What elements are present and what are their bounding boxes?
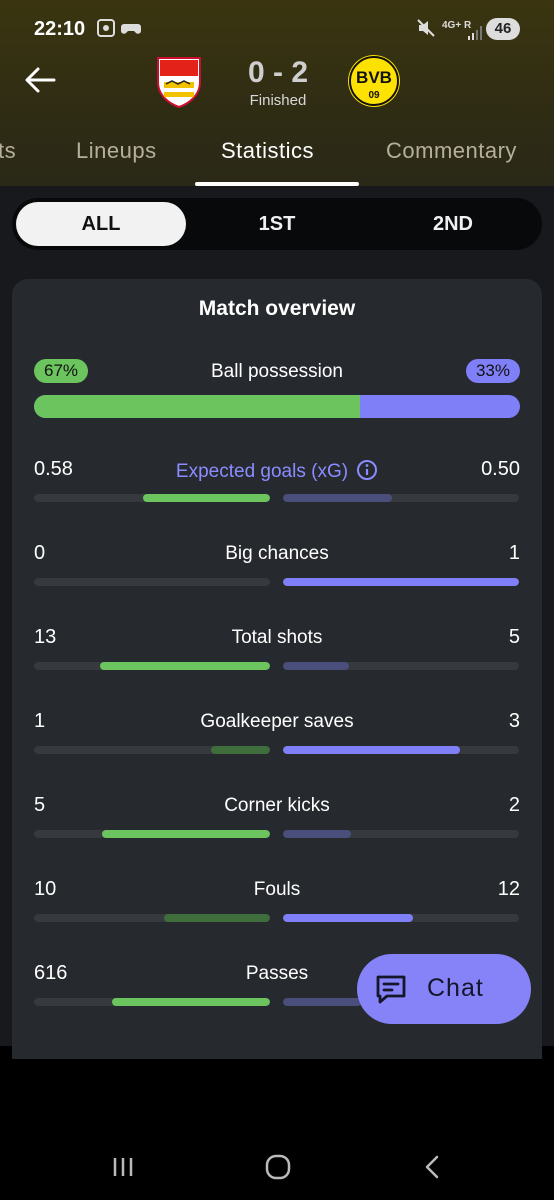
stat-label-text: Fouls: [253, 879, 301, 900]
stat-label-text: Passes: [245, 963, 309, 984]
vfb-stuttgart-crest-icon: [157, 57, 201, 109]
stat-away-bar: [283, 830, 519, 838]
stat-away-bar: [283, 914, 519, 922]
stat-away-fill: [283, 998, 361, 1006]
chat-button[interactable]: Chat: [357, 954, 531, 1024]
stat-label-text: Corner kicks: [224, 795, 330, 816]
stat-away-bar: [283, 494, 519, 502]
stat-label: Total shots: [0, 627, 554, 649]
network-type: 4G+: [442, 20, 462, 31]
stat-away-fill: [283, 578, 519, 586]
period-second-half-button[interactable]: 2ND: [368, 202, 538, 246]
home-team-crest[interactable]: [152, 54, 206, 109]
stat-away-value: 12: [497, 878, 520, 900]
tab-statistics[interactable]: Statistics: [221, 138, 314, 164]
stat-label-text: Goalkeeper saves: [200, 711, 354, 732]
stat-away-fill: [283, 914, 413, 922]
stat-away-fill: [283, 662, 349, 670]
stat-label: Fouls: [0, 879, 554, 901]
stat-away-value: 1: [508, 542, 520, 564]
tab-lineups[interactable]: Lineups: [76, 138, 157, 164]
screenshot-icon: [96, 18, 116, 43]
away-team-crest[interactable]: BVB 09: [347, 54, 401, 108]
possession-home-fill: [34, 395, 360, 418]
period-first-half-button[interactable]: 1ST: [192, 202, 362, 246]
match-score: 0 - 2: [247, 56, 309, 89]
chat-label: Chat: [427, 974, 484, 1002]
mute-icon: [416, 18, 436, 43]
system-back-icon[interactable]: [418, 1152, 448, 1182]
back-arrow-icon: [25, 67, 56, 93]
stat-home-bar: [34, 746, 270, 754]
svg-text:BVB: BVB: [356, 68, 392, 87]
stat-away-fill: [283, 830, 351, 838]
signal-icon: [468, 24, 482, 45]
stat-away-bar: [283, 578, 519, 586]
svg-text:09: 09: [368, 90, 380, 101]
stat-label[interactable]: Expected goals (xG): [0, 459, 554, 483]
possession-bar: [34, 395, 520, 418]
possession-away-badge: 33%: [465, 359, 520, 383]
stat-home-fill: [211, 746, 270, 754]
stat-away-fill: [283, 746, 460, 754]
stat-label: Corner kicks: [0, 795, 554, 817]
match-status: Finished: [249, 92, 307, 109]
stat-label-text: Total shots: [231, 627, 323, 648]
stat-away-value: 5: [508, 626, 520, 648]
stat-home-bar: [34, 662, 270, 670]
stat-away-bar: [283, 746, 519, 754]
tab-commentary[interactable]: Commentary: [386, 138, 517, 164]
tab-details[interactable]: ts: [0, 138, 16, 164]
stat-away-value: 0.50: [481, 458, 520, 480]
recent-apps-icon[interactable]: [108, 1152, 138, 1182]
stat-home-fill: [112, 998, 270, 1006]
card-title: Match overview: [198, 297, 356, 320]
status-time: 22:10: [34, 18, 86, 40]
home-icon[interactable]: [263, 1152, 293, 1182]
stat-home-bar: [34, 830, 270, 838]
stat-label: Big chances: [0, 543, 554, 565]
system-nav-bar: [0, 1130, 554, 1200]
period-switch: ALL 1ST 2ND: [12, 198, 542, 250]
game-controller-icon: [120, 18, 142, 43]
stat-home-fill: [164, 914, 270, 922]
stat-home-fill: [143, 494, 270, 502]
info-icon[interactable]: [356, 459, 378, 481]
chat-bubble-icon: [376, 975, 406, 1004]
stat-home-bar: [34, 494, 270, 502]
stat-home-fill: [100, 662, 270, 670]
stat-label: Goalkeeper saves: [0, 711, 554, 733]
stat-home-fill: [102, 830, 270, 838]
period-all-button[interactable]: ALL: [16, 202, 186, 246]
battery-indicator: 46: [486, 18, 520, 40]
stat-away-bar: [283, 662, 519, 670]
status-bar: 22:10 4G+ R 46: [0, 0, 554, 60]
stat-label-text: Expected goals (xG): [175, 461, 349, 482]
back-button[interactable]: [20, 60, 60, 100]
stat-label-text: Big chances: [225, 543, 329, 564]
stat-away-value: 3: [508, 710, 520, 732]
stat-away-fill: [283, 494, 392, 502]
stat-home-bar: [34, 914, 270, 922]
stat-home-bar: [34, 998, 270, 1006]
bvb-crest-icon: BVB 09: [348, 55, 400, 107]
stat-away-value: 2: [508, 794, 520, 816]
stat-home-bar: [34, 578, 270, 586]
match-tabs: ts Lineups Statistics Commentary: [0, 130, 554, 186]
